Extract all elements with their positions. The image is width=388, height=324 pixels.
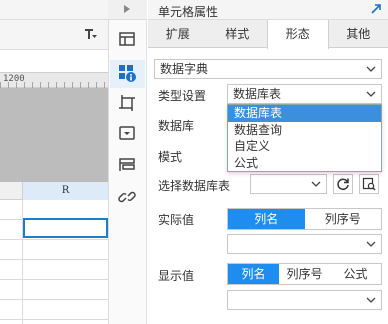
tab-other[interactable]: 其他: [329, 20, 388, 47]
chevron-down-icon: [311, 181, 321, 187]
search-table-icon: [362, 177, 376, 191]
display-column-name-option[interactable]: 列名: [228, 264, 279, 284]
format-painter-icon[interactable]: [84, 27, 98, 41]
expand-arrow-icon[interactable]: [370, 3, 382, 15]
database-label: 数据库: [158, 119, 195, 133]
shape-type-select[interactable]: 数据字典: [154, 59, 382, 79]
type-setting-label: 类型设置: [158, 89, 207, 103]
option-formula[interactable]: 公式: [228, 155, 381, 172]
actual-value-mode: 列名 列序号: [227, 208, 382, 230]
tab-shape[interactable]: 形态: [267, 20, 329, 49]
editor-toolbar-top: [0, 0, 108, 20]
widget-icon: [119, 126, 135, 140]
mode-label: 模式: [158, 150, 183, 164]
chevron-down-icon: [366, 241, 376, 247]
condition-button[interactable]: [116, 154, 138, 176]
panel-title: 单元格属性: [158, 5, 219, 19]
float-element-icon: [119, 95, 135, 111]
display-value-mode: 列名 列序号 公式: [227, 263, 382, 285]
cell-attribute-button[interactable]: [116, 62, 138, 84]
tab-style[interactable]: 样式: [208, 20, 268, 47]
option-data-query[interactable]: 数据查询: [228, 122, 381, 139]
cell-attribute-icon: [119, 65, 136, 82]
actual-value-select[interactable]: [227, 234, 382, 254]
shape-type-value: 数据字典: [160, 62, 209, 76]
display-value-select[interactable]: [227, 290, 382, 310]
hyperlink-button[interactable]: [116, 186, 138, 208]
preview-table-button[interactable]: [359, 174, 379, 194]
chevron-down-icon: [366, 91, 376, 97]
type-setting-value: 数据库表: [233, 87, 282, 101]
float-element-button[interactable]: [116, 92, 138, 114]
refresh-button[interactable]: [333, 174, 353, 194]
chevron-down-icon: [366, 66, 376, 72]
hyperlink-icon: [118, 191, 136, 203]
report-canvas: [0, 88, 108, 182]
type-setting-dropdown: 数据库表 数据查询 自定义 公式: [227, 104, 382, 172]
property-tabs: 扩展 样式 形态 其他: [148, 20, 388, 49]
selected-cell[interactable]: [23, 218, 108, 238]
option-database-table[interactable]: 数据库表: [228, 105, 381, 122]
cell-element-button[interactable]: [116, 28, 138, 50]
widget-button[interactable]: [116, 122, 138, 144]
column-header-r[interactable]: R: [22, 182, 108, 200]
display-column-index-option[interactable]: 列序号: [279, 264, 330, 284]
select-table-label: 选择数据库表: [158, 179, 231, 193]
chevron-down-icon: [366, 297, 376, 303]
collapse-arrow-icon[interactable]: [123, 4, 131, 14]
actual-column-name-option[interactable]: 列名: [228, 209, 305, 229]
table-select[interactable]: [250, 174, 327, 194]
display-formula-option[interactable]: 公式: [330, 264, 381, 284]
actual-value-label: 实际值: [158, 213, 195, 227]
type-setting-select[interactable]: 数据库表: [227, 84, 382, 104]
condition-icon: [119, 158, 135, 171]
refresh-icon: [337, 178, 349, 191]
option-custom[interactable]: 自定义: [228, 138, 381, 155]
actual-column-index-option[interactable]: 列序号: [305, 209, 382, 229]
display-value-label: 显示值: [158, 269, 195, 283]
cell-element-icon: [119, 32, 135, 46]
tab-expand[interactable]: 扩展: [148, 20, 208, 47]
